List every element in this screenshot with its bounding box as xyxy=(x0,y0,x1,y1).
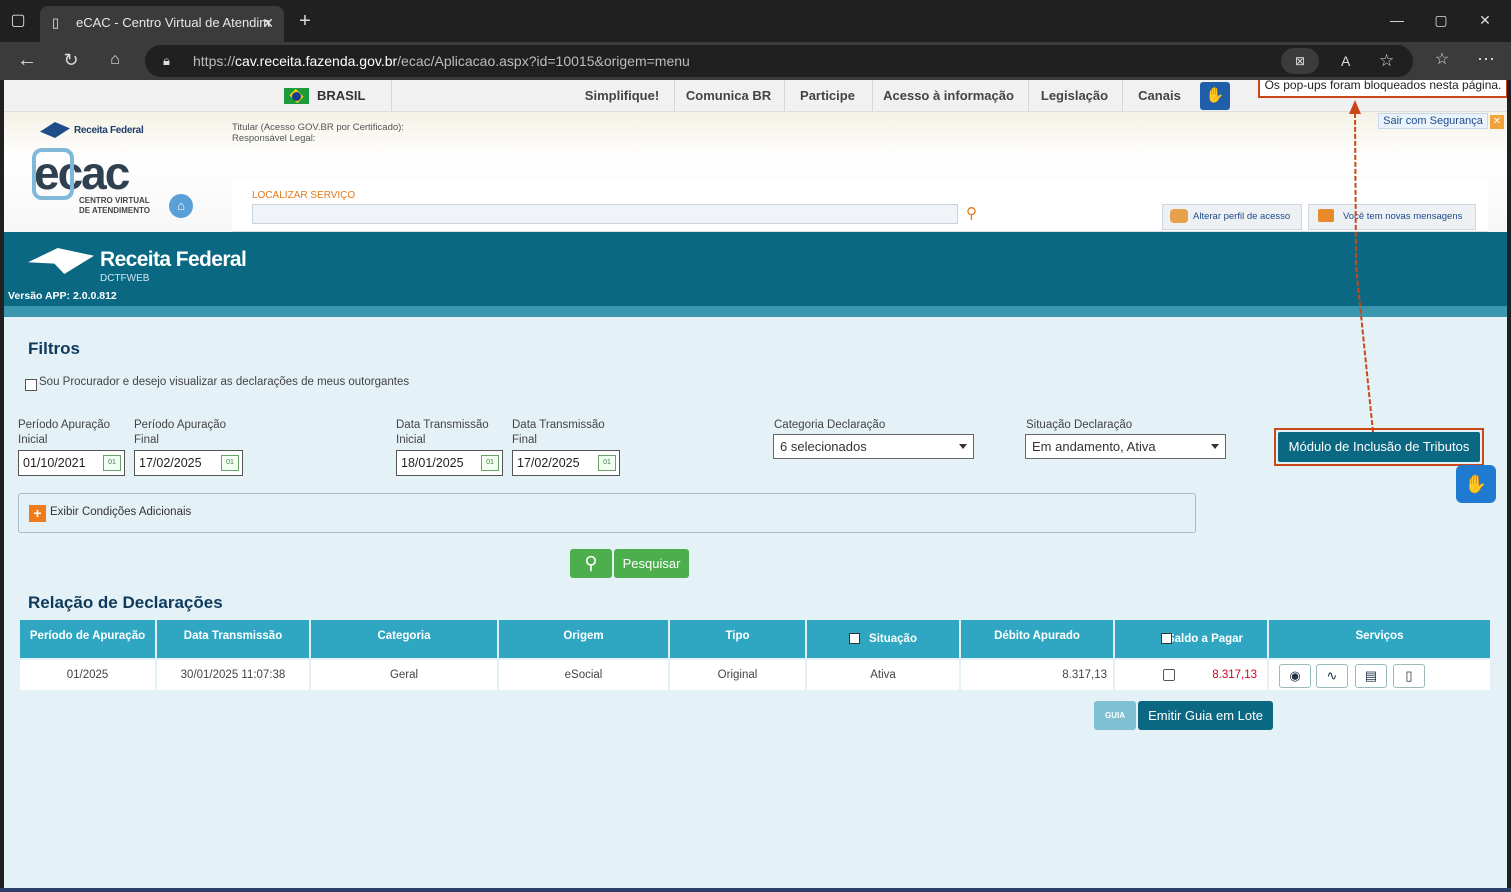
refresh-icon[interactable]: ↻ xyxy=(59,50,83,70)
annotation-arrow xyxy=(1349,100,1374,433)
maximize-icon[interactable]: ▢ xyxy=(1429,10,1453,30)
more-icon[interactable]: ⋯ xyxy=(1474,49,1498,69)
favorite-star-icon[interactable]: ☆ xyxy=(1379,45,1394,77)
browser-tab[interactable]: ▯ eCAC - Centro Virtual de Atendim ✕ xyxy=(40,6,284,42)
browser-tabbar: ▢ ▯ eCAC - Centro Virtual de Atendim ✕ +… xyxy=(0,0,1511,42)
home-icon[interactable]: ⌂ xyxy=(103,50,127,70)
url-prefix: https:// xyxy=(193,53,236,69)
url-host: cav.receita.fazenda.gov.br xyxy=(235,53,398,69)
favorites-icon[interactable]: ☆ xyxy=(1430,50,1454,70)
minimize-icon[interactable]: — xyxy=(1385,10,1409,30)
close-window-icon[interactable]: ✕ xyxy=(1473,10,1497,30)
lock-icon: 🔒︎ xyxy=(163,53,170,68)
taskbar-edge xyxy=(0,888,1511,892)
page: BRASIL Simplifique! Comunica BR Particip… xyxy=(4,80,1507,888)
tab-actions-icon[interactable]: ▢ xyxy=(6,11,30,31)
page-icon: ▯ xyxy=(52,15,60,30)
popup-blocked-notice: Os pop-ups foram bloqueados nesta página… xyxy=(1258,80,1507,98)
popup-blocked-icon[interactable]: ⊠ xyxy=(1281,48,1319,74)
back-icon[interactable]: ← xyxy=(15,50,39,70)
close-tab-icon[interactable]: ✕ xyxy=(262,6,274,40)
url-path: /ecac/Aplicacao.aspx?id=10015&origem=men… xyxy=(397,53,690,69)
read-aloud-icon[interactable]: A xyxy=(1341,45,1350,77)
tab-title: eCAC - Centro Virtual de Atendim xyxy=(76,15,271,30)
url-field[interactable]: 🔒︎ https://cav.receita.fazenda.gov.br/ec… xyxy=(145,45,1413,77)
new-tab-icon[interactable]: + xyxy=(293,11,317,31)
address-bar: ← ↻ ⌂ 🔒︎ https://cav.receita.fazenda.gov… xyxy=(0,42,1511,80)
